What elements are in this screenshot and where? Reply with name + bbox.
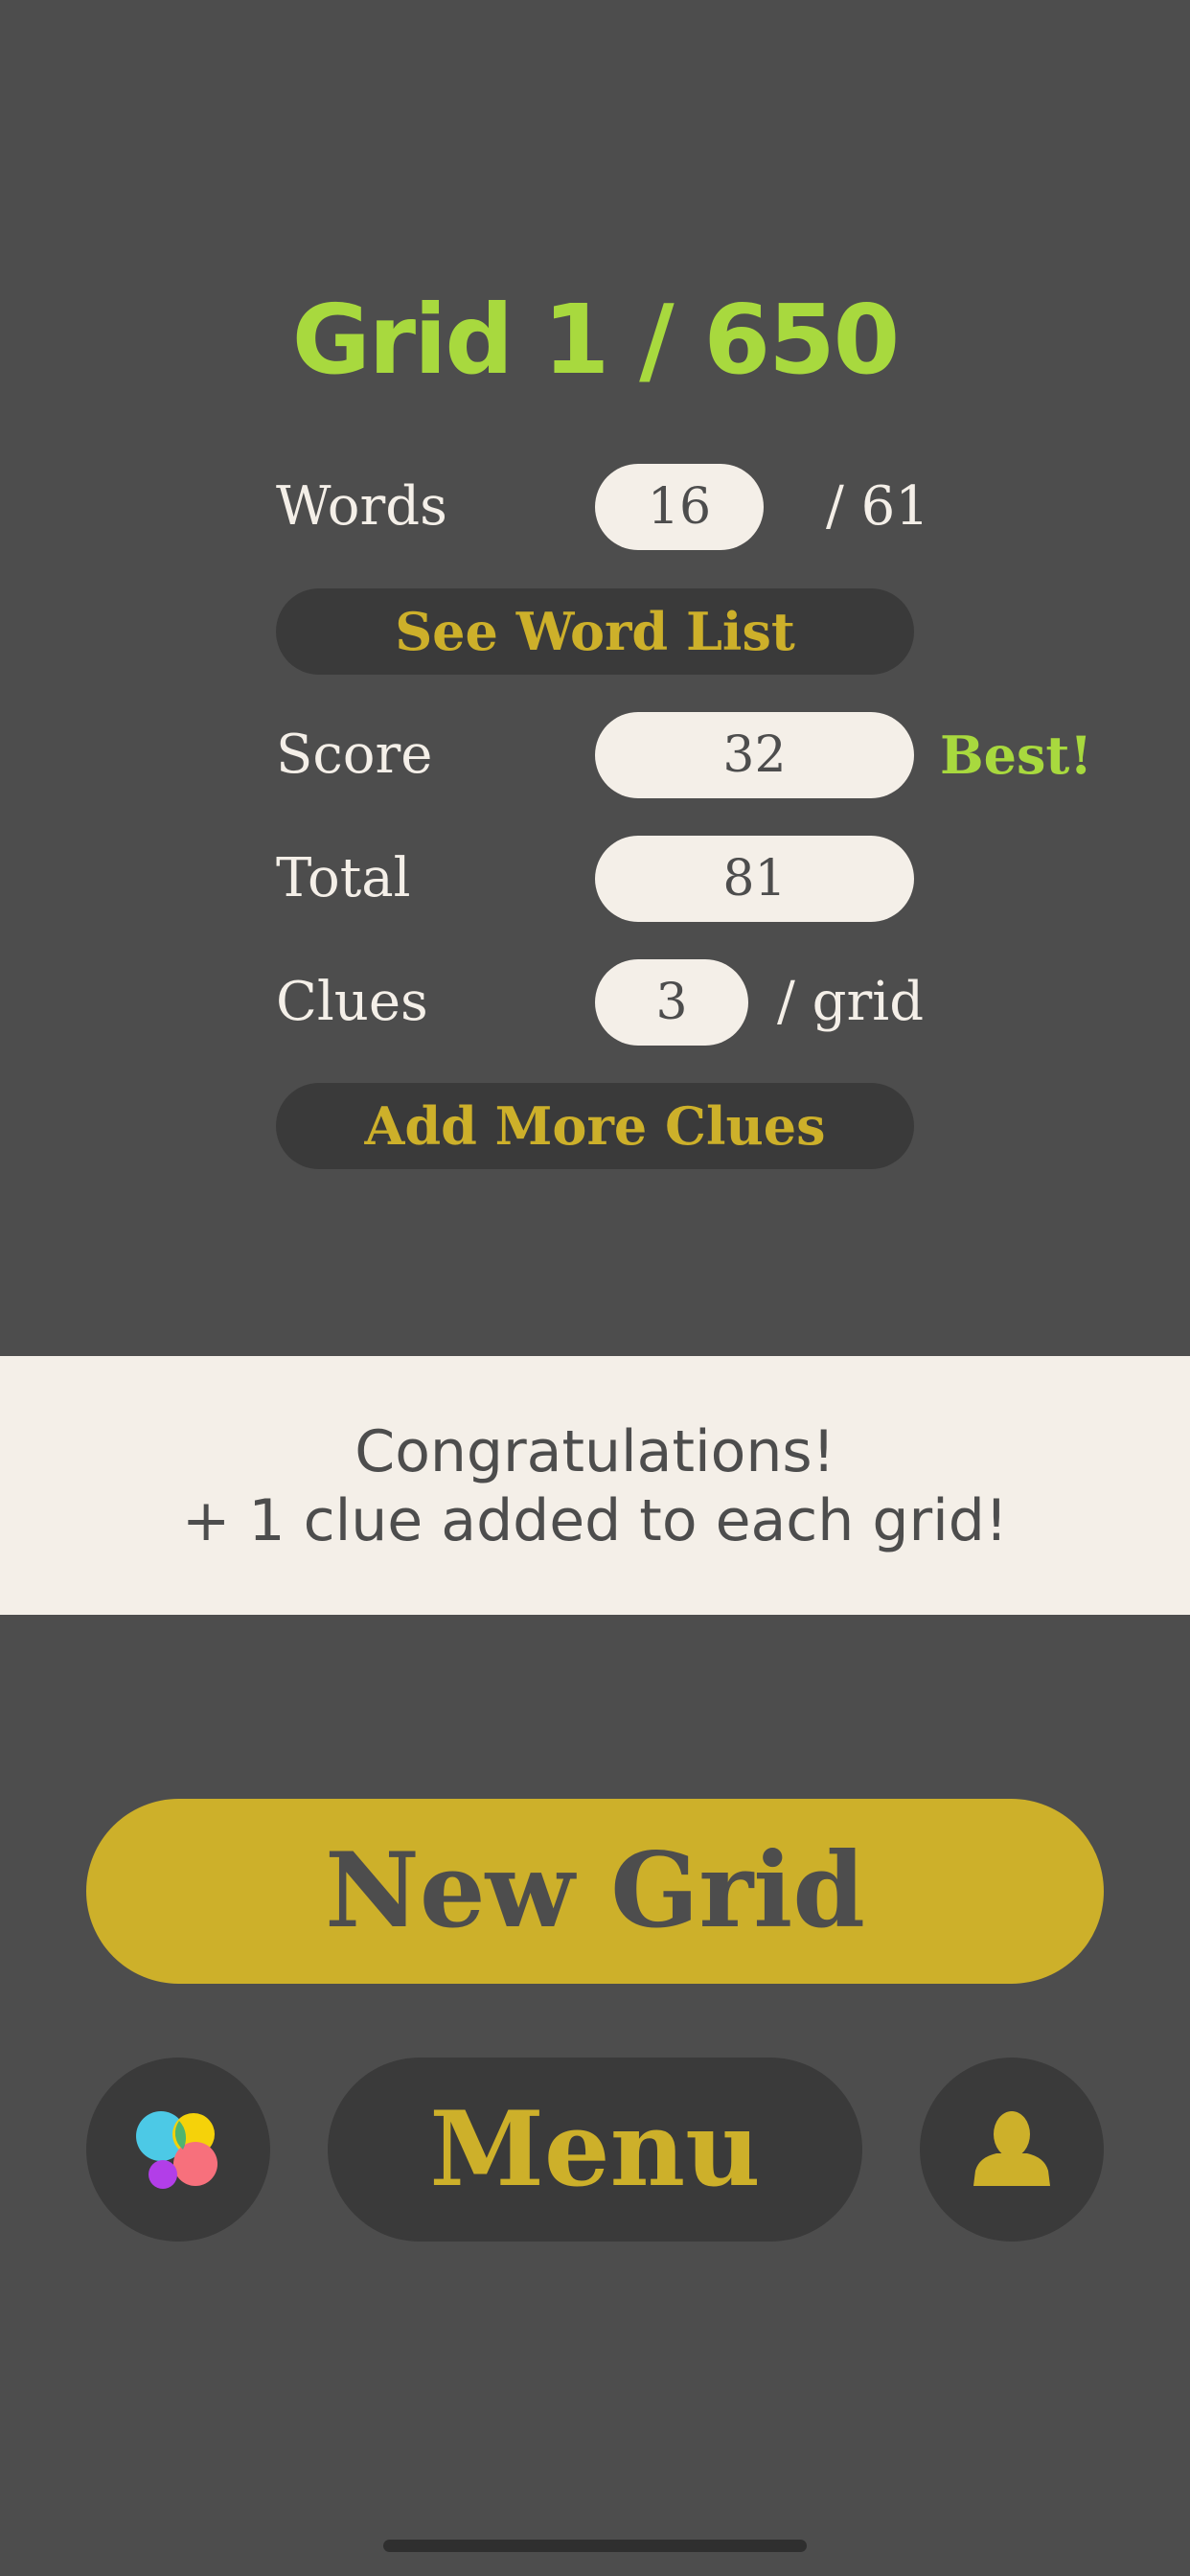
clues-per-grid: / grid: [777, 971, 925, 1033]
words-total: / 61: [826, 475, 929, 538]
banner-line-1: Congratulations!: [355, 1418, 835, 1485]
score-value-field: 32: [595, 712, 914, 798]
total-value-field: 81: [595, 836, 914, 922]
clues-label: Clues: [276, 971, 428, 1033]
new-grid-button[interactable]: New Grid: [86, 1799, 1104, 1984]
user-profile-icon: [973, 2111, 1050, 2186]
profile-button[interactable]: [920, 2058, 1104, 2242]
menu-button[interactable]: Menu: [328, 2058, 862, 2242]
banner-line-2: + 1 clue added to each grid!: [182, 1487, 1008, 1554]
words-count-field: 16: [595, 464, 764, 550]
congratulations-banner: Congratulations! + 1 clue added to each …: [0, 1356, 1190, 1615]
clues-value-field: 3: [595, 959, 748, 1046]
apps-logo-icon: [136, 2111, 217, 2189]
page-title: Grid 1 / 650: [291, 284, 901, 396]
best-badge: Best!: [940, 724, 1093, 786]
total-label: Total: [276, 847, 411, 909]
see-word-list-button[interactable]: See Word List: [276, 588, 914, 675]
apps-button[interactable]: [86, 2058, 270, 2242]
add-more-clues-button[interactable]: Add More Clues: [276, 1083, 914, 1169]
score-label: Score: [276, 724, 433, 786]
home-indicator: [383, 2540, 807, 2552]
words-label: Words: [276, 475, 447, 538]
